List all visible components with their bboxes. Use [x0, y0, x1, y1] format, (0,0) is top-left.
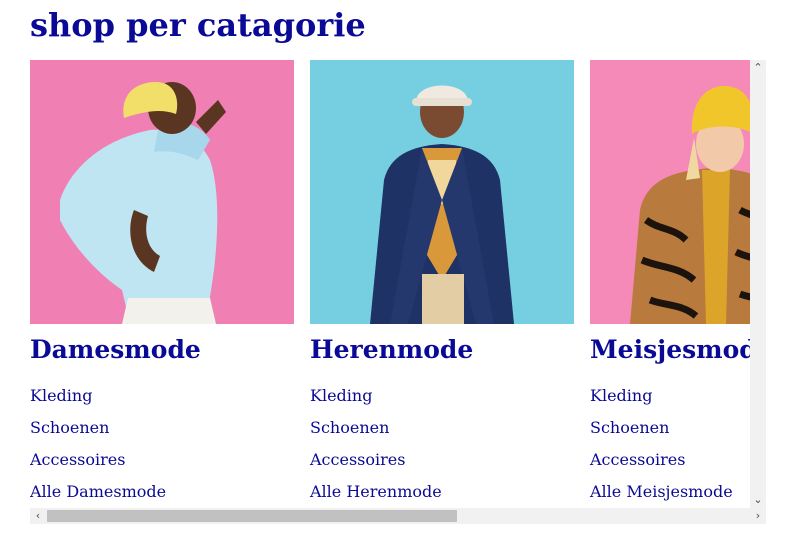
category-track: Damesmode Kleding Schoenen Accessoires A…	[30, 60, 750, 508]
category-photo-damesmode[interactable]	[30, 60, 294, 324]
category-title[interactable]: Herenmode	[310, 332, 473, 368]
category-link-schoenen[interactable]: Schoenen	[30, 416, 166, 448]
category-card-meisjesmode: Meisjesmode Kleding Schoenen Accessoires…	[590, 60, 750, 508]
woman-sweater-photo	[30, 60, 294, 324]
category-card-damesmode: Damesmode Kleding Schoenen Accessoires A…	[30, 60, 294, 508]
category-card-herenmode: Herenmode Kleding Schoenen Accessoires A…	[310, 60, 574, 508]
chevron-right-icon[interactable]: ›	[750, 508, 766, 524]
category-link-accessoires[interactable]: Accessoires	[30, 448, 166, 480]
category-link-list: Kleding Schoenen Accessoires Alle Meisje…	[590, 384, 733, 508]
category-link-list: Kleding Schoenen Accessoires Alle Herenm…	[310, 384, 442, 508]
horizontal-scrollbar[interactable]: ‹ ›	[30, 508, 766, 524]
category-link-kleding[interactable]: Kleding	[30, 384, 166, 416]
category-photo-herenmode[interactable]	[310, 60, 574, 324]
category-link-all[interactable]: Alle Herenmode	[310, 480, 442, 508]
category-link-schoenen[interactable]: Schoenen	[310, 416, 442, 448]
chevron-down-icon[interactable]: ⌄	[750, 492, 766, 508]
chevron-up-icon[interactable]: ⌃	[750, 60, 766, 76]
girl-tiger-coat-photo	[590, 60, 750, 324]
category-photo-meisjesmode[interactable]	[590, 60, 750, 324]
category-title[interactable]: Meisjesmode	[590, 332, 750, 368]
category-link-schoenen[interactable]: Schoenen	[590, 416, 733, 448]
category-link-all[interactable]: Alle Meisjesmode	[590, 480, 733, 508]
man-blazer-photo	[310, 60, 574, 324]
section-title: shop per catagorie	[30, 6, 366, 44]
category-link-list: Kleding Schoenen Accessoires Alle Damesm…	[30, 384, 166, 508]
category-link-kleding[interactable]: Kleding	[310, 384, 442, 416]
horizontal-scroll-thumb[interactable]	[47, 510, 457, 522]
category-link-kleding[interactable]: Kleding	[590, 384, 733, 416]
category-link-all[interactable]: Alle Damesmode	[30, 480, 166, 508]
category-carousel[interactable]: Damesmode Kleding Schoenen Accessoires A…	[30, 60, 750, 508]
vertical-scrollbar[interactable]: ⌃ ⌄	[750, 60, 766, 508]
category-link-accessoires[interactable]: Accessoires	[310, 448, 442, 480]
chevron-left-icon[interactable]: ‹	[30, 508, 46, 524]
category-title[interactable]: Damesmode	[30, 332, 201, 368]
category-link-accessoires[interactable]: Accessoires	[590, 448, 733, 480]
